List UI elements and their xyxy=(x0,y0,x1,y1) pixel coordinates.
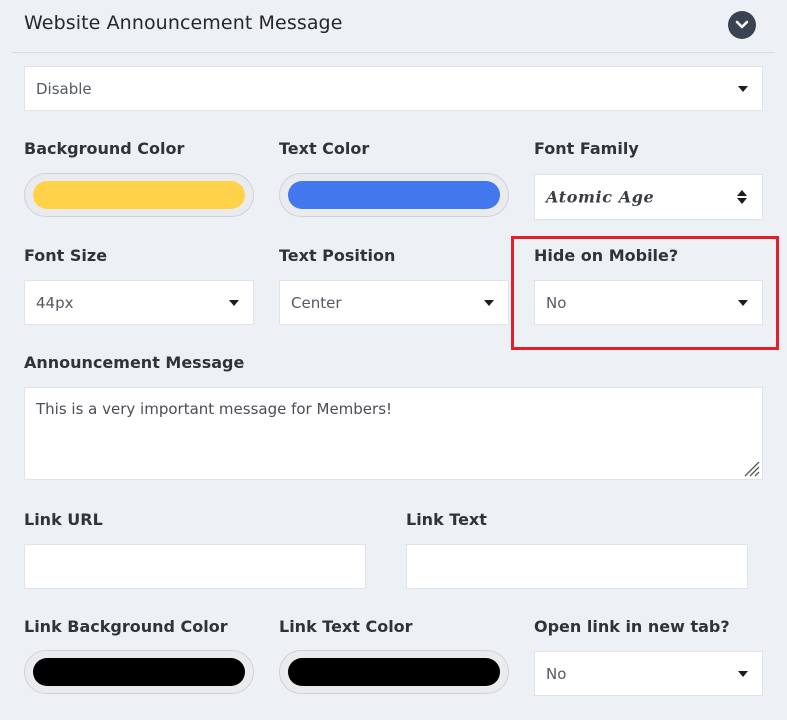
text-color-label: Text Color xyxy=(279,139,370,158)
link-url-label: Link URL xyxy=(24,510,103,529)
font-family-label: Font Family xyxy=(534,139,639,158)
font-size-label: Font Size xyxy=(24,246,108,265)
font-family-select[interactable]: Atomic Age xyxy=(534,174,763,220)
text-position-select[interactable]: Center xyxy=(279,280,509,325)
link-text-input[interactable] xyxy=(406,544,748,589)
caret-down-icon xyxy=(738,670,748,677)
open-new-tab-select[interactable]: No xyxy=(534,651,763,696)
caret-down-icon xyxy=(484,299,494,306)
hide-on-mobile-select[interactable]: No xyxy=(534,280,763,325)
background-color-picker[interactable] xyxy=(24,173,254,217)
text-color-picker[interactable] xyxy=(279,173,509,217)
background-color-label: Background Color xyxy=(24,139,185,158)
link-text-label: Link Text xyxy=(406,510,487,529)
collapse-toggle-button[interactable] xyxy=(728,11,756,39)
caret-down-icon xyxy=(738,85,748,92)
section-header: Website Announcement Message xyxy=(12,0,775,53)
font-size-select[interactable]: 44px xyxy=(24,280,254,325)
resize-handle-icon[interactable] xyxy=(742,459,760,477)
section-title: Website Announcement Message xyxy=(24,12,343,34)
hide-on-mobile-value: No xyxy=(546,293,567,312)
announcement-message-textarea[interactable]: This is a very important message for Mem… xyxy=(24,387,763,480)
link-text-color-swatch xyxy=(288,658,500,686)
link-background-color-picker[interactable] xyxy=(24,650,254,694)
caret-down-icon xyxy=(229,299,239,306)
caret-down-icon xyxy=(738,299,748,306)
open-new-tab-label: Open link in new tab? xyxy=(534,617,730,636)
link-background-color-swatch xyxy=(33,658,245,686)
announcement-status-value: Disable xyxy=(36,79,92,98)
link-url-input[interactable] xyxy=(24,544,366,589)
hide-on-mobile-label: Hide on Mobile? xyxy=(534,246,679,265)
link-text-color-picker[interactable] xyxy=(279,650,509,694)
text-position-label: Text Position xyxy=(279,246,396,265)
up-down-arrows-icon xyxy=(737,190,747,204)
chevron-down-icon xyxy=(735,20,749,29)
link-background-color-label: Link Background Color xyxy=(24,617,228,636)
font-size-value: 44px xyxy=(36,293,74,312)
link-text-color-label: Link Text Color xyxy=(279,617,413,636)
open-new-tab-value: No xyxy=(546,664,567,683)
text-position-value: Center xyxy=(291,293,342,312)
announcement-message-label: Announcement Message xyxy=(24,353,245,372)
font-family-value: Atomic Age xyxy=(546,187,655,207)
announcement-message-text: This is a very important message for Mem… xyxy=(36,400,393,418)
announcement-status-select[interactable]: Disable xyxy=(24,66,763,111)
text-color-swatch xyxy=(288,181,500,209)
background-color-swatch xyxy=(33,181,245,209)
